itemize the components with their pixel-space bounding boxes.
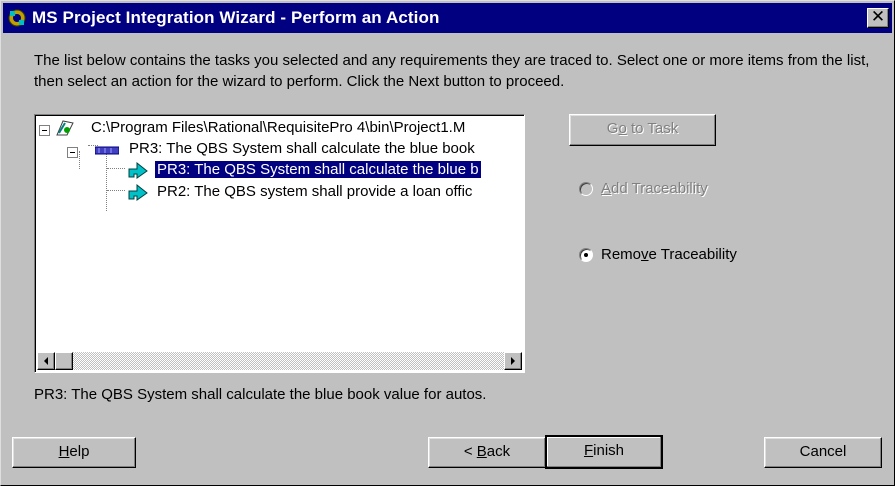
- cancel-button[interactable]: Cancel: [764, 437, 882, 468]
- tree-node-label: PR2: The QBS system shall provide a loan…: [157, 183, 473, 200]
- radio-label: Add Traceability: [601, 180, 708, 197]
- trace-arrow-icon: [128, 183, 148, 201]
- back-button[interactable]: < Back: [428, 437, 546, 468]
- title-bar[interactable]: MS Project Integration Wizard - Perform …: [3, 3, 892, 33]
- tree-connector: [107, 168, 125, 169]
- button-label: G: [606, 120, 619, 137]
- radio-circle: [579, 248, 593, 262]
- close-button[interactable]: ✕: [867, 7, 889, 28]
- tree-connector: [107, 190, 125, 191]
- selected-item-detail: PR3: The QBS System shall calculate the …: [34, 386, 487, 403]
- scroll-left-button[interactable]: [37, 352, 55, 370]
- arrow-left-icon: [44, 357, 48, 365]
- radio-selected-dot: [584, 253, 588, 257]
- tree-node-label: PR3: The QBS System shall calculate the …: [155, 161, 481, 178]
- tree-node-label: PR3: The QBS System shall calculate the …: [129, 140, 475, 157]
- tree-connector: [106, 151, 107, 211]
- collapse-task-icon[interactable]: [67, 147, 78, 158]
- tree-node-project[interactable]: C:\Program Files\Rational\RequisitePro 4…: [91, 118, 465, 138]
- instructions-text: The list below contains the tasks you se…: [34, 52, 870, 90]
- scroll-right-button[interactable]: [504, 352, 522, 370]
- wizard-window: MS Project Integration Wizard - Perform …: [0, 0, 895, 486]
- collapse-root-icon[interactable]: [39, 125, 50, 136]
- project-file-icon: [56, 120, 74, 136]
- button-label-accel: o: [618, 120, 627, 137]
- radio-label: Remove Traceability: [601, 246, 737, 263]
- horizontal-scrollbar[interactable]: [37, 352, 522, 370]
- tree-connector: [79, 151, 80, 169]
- tree-node-label: C:\Program Files\Rational\RequisitePro 4…: [91, 119, 466, 136]
- scroll-thumb[interactable]: [55, 352, 73, 370]
- tree-viewport: C:\Program Files\Rational\RequisitePro 4…: [37, 117, 522, 350]
- help-button[interactable]: Help: [12, 437, 136, 468]
- task-bar-icon: [95, 146, 119, 155]
- radio-circle: [579, 182, 593, 196]
- window-title: MS Project Integration Wizard - Perform …: [32, 8, 440, 27]
- button-label: to Task: [626, 120, 679, 137]
- finish-button[interactable]: Finish: [545, 435, 663, 469]
- go-to-task-button[interactable]: Go to Task: [569, 114, 716, 146]
- tree-node-requirement[interactable]: PR2: The QBS system shall provide a loan…: [157, 182, 472, 202]
- wizard-gear-icon: [8, 9, 26, 27]
- close-icon: ✕: [870, 7, 886, 27]
- arrow-right-icon: [511, 357, 515, 365]
- tree-node-requirement[interactable]: PR3: The QBS System shall calculate the …: [155, 160, 481, 180]
- requirements-tree[interactable]: C:\Program Files\Rational\RequisitePro 4…: [34, 114, 525, 373]
- tree-node-task[interactable]: PR3: The QBS System shall calculate the …: [129, 139, 475, 159]
- trace-arrow-icon: [128, 161, 148, 179]
